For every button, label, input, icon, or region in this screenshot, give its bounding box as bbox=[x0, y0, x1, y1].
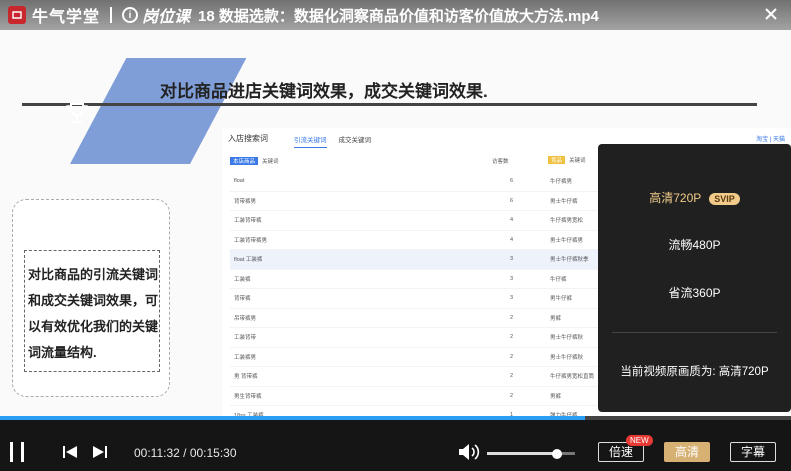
visitors-cell: 6 bbox=[510, 178, 514, 185]
brand2-logo-icon: i bbox=[122, 7, 139, 23]
tab-traffic-keywords: 引流关键词 bbox=[294, 134, 327, 148]
table-title: 入店搜索词 bbox=[228, 134, 268, 143]
visitors-column-header: 访客数 bbox=[492, 159, 509, 165]
title-bar: 牛气学堂 i 岗位课 18 数据选款：数据化洞察商品价值和访客价值放大方法.mp… bbox=[0, 0, 791, 30]
svip-badge: SVIP bbox=[709, 192, 740, 205]
video-canvas[interactable]: 对比商品进店关键词效果，成交关键词效果. 对比商品的引流关键词和成交关键词效果，… bbox=[0, 0, 791, 420]
competitor-keyword-cell: 牛仔裤 bbox=[550, 276, 567, 283]
quality-menu-divider bbox=[612, 332, 777, 333]
slide-decoration-parallelogram bbox=[70, 58, 247, 164]
competitor-keyword-cell: 男士牛仔裤秋季 bbox=[550, 257, 589, 264]
competitor-keyword-cell: 男士牛仔裤秋 bbox=[550, 354, 584, 361]
own-product-tag: 本店商品 bbox=[230, 157, 259, 165]
previous-icon[interactable] bbox=[62, 445, 78, 459]
volume-slider[interactable] bbox=[487, 448, 575, 459]
quality-option-480p[interactable]: 流畅480P bbox=[598, 236, 791, 253]
table-source-links: 淘宝 | 天猫 bbox=[756, 137, 785, 143]
keyword-cell: 吊带裤男 bbox=[234, 315, 257, 322]
keyword-column-header: 关键词 bbox=[262, 159, 279, 165]
keyword-cell: 工装背带裤男 bbox=[234, 237, 268, 244]
competitor-keyword-cell: 男士牛仔裤男 bbox=[550, 237, 584, 244]
keyword-cell: float 工装裤 bbox=[234, 257, 263, 264]
keyword-cell: 工装背带 bbox=[234, 335, 257, 342]
competitor-keyword-column-header: 关键词 bbox=[569, 158, 586, 164]
visitors-cell: 4 bbox=[510, 217, 514, 224]
next-icon[interactable] bbox=[92, 445, 108, 459]
keyword-cell: 工装背带裤 bbox=[234, 218, 262, 225]
visitors-cell: 2 bbox=[510, 334, 514, 341]
pause-icon[interactable] bbox=[8, 441, 26, 463]
quality-menu: 高清720P SVIP 流畅480P 省流360P 当前视频原画质为: 高清720… bbox=[598, 144, 791, 412]
competitor-keyword-cell: 牛仔裤男宽松 bbox=[550, 218, 584, 225]
current-quality-note: 当前视频原画质为: 高清720P bbox=[620, 366, 769, 378]
tab-conversion-keywords: 成交关键词 bbox=[338, 137, 372, 144]
slide-divider bbox=[22, 103, 757, 106]
title-separator bbox=[110, 7, 113, 23]
competitor-keyword-cell: 男裤 bbox=[550, 315, 562, 322]
visitors-cell: 2 bbox=[510, 392, 514, 399]
player-controls: 00:11:32 / 00:15:30 倍速 NEW 高清 字幕 bbox=[0, 420, 791, 471]
close-icon[interactable] bbox=[763, 6, 779, 22]
visitors-cell: 6 bbox=[510, 197, 514, 204]
brand2-name: 岗位课 bbox=[142, 9, 191, 26]
keyword-cell: 工装裤 bbox=[234, 276, 251, 283]
table-header-left: 本店商品 关键词 访客数 bbox=[230, 156, 520, 166]
new-badge: NEW bbox=[626, 435, 653, 446]
keyword-cell: float bbox=[234, 178, 245, 185]
volume-fill bbox=[487, 452, 558, 455]
volume-icon[interactable] bbox=[458, 443, 480, 461]
note-text: 对比商品的引流关键词和成交关键词效果，可以有效优化我们的关键词流量结构. bbox=[28, 267, 159, 360]
quality-option-label: 省流360P bbox=[668, 286, 721, 300]
competitor-keyword-cell: 男牛仔裤 bbox=[550, 296, 573, 303]
quality-option-720p[interactable]: 高清720P SVIP bbox=[598, 189, 791, 206]
quality-option-360p[interactable]: 省流360P bbox=[598, 284, 791, 301]
keyword-cell: 背带裤 bbox=[234, 296, 251, 303]
table-header-right: 竞品 关键词 bbox=[548, 156, 586, 164]
keyword-cell: 男 背带裤 bbox=[234, 374, 258, 381]
keyword-cell: 背带裤男 bbox=[234, 198, 257, 205]
brand-logo-icon bbox=[8, 6, 26, 24]
visitors-cell: 2 bbox=[510, 314, 514, 321]
competitor-keyword-cell: 牛仔裤男 bbox=[550, 179, 573, 186]
visitors-cell: 3 bbox=[510, 275, 514, 282]
competitor-keyword-cell: 男士牛仔裤秋 bbox=[550, 335, 584, 342]
brand-name: 牛气学堂 bbox=[32, 9, 101, 26]
keyword-cell: 工装裤男 bbox=[234, 354, 257, 361]
competitor-keyword-cell: 男士牛仔裤 bbox=[550, 198, 578, 205]
competitor-keyword-cell: 男裤 bbox=[550, 393, 562, 400]
quality-button[interactable]: 高清 bbox=[664, 442, 710, 462]
video-title: 18 数据选款：数据化洞察商品价值和访客价值放大方法.mp4 bbox=[198, 7, 599, 25]
subtitle-button[interactable]: 字幕 bbox=[730, 442, 776, 462]
playback-time: 00:11:32 / 00:15:30 bbox=[134, 446, 237, 460]
competitor-keyword-cell: 牛仔裤男宽松直筒 bbox=[550, 374, 595, 381]
trophy-icon bbox=[66, 103, 88, 123]
quality-option-label: 流畅480P bbox=[668, 238, 721, 252]
visitors-cell: 3 bbox=[510, 256, 514, 263]
keyword-cell: 男生背带裤 bbox=[234, 393, 262, 400]
volume-knob[interactable] bbox=[552, 448, 563, 459]
quality-option-label: 高清720P bbox=[649, 191, 702, 205]
visitors-cell: 2 bbox=[510, 373, 514, 380]
competitor-tag: 竞品 bbox=[548, 156, 566, 164]
visitors-cell: 4 bbox=[510, 236, 514, 243]
visitors-cell: 2 bbox=[510, 353, 514, 360]
slide-heading: 对比商品进店关键词效果，成交关键词效果. bbox=[160, 82, 488, 101]
visitors-cell: 3 bbox=[510, 295, 514, 302]
